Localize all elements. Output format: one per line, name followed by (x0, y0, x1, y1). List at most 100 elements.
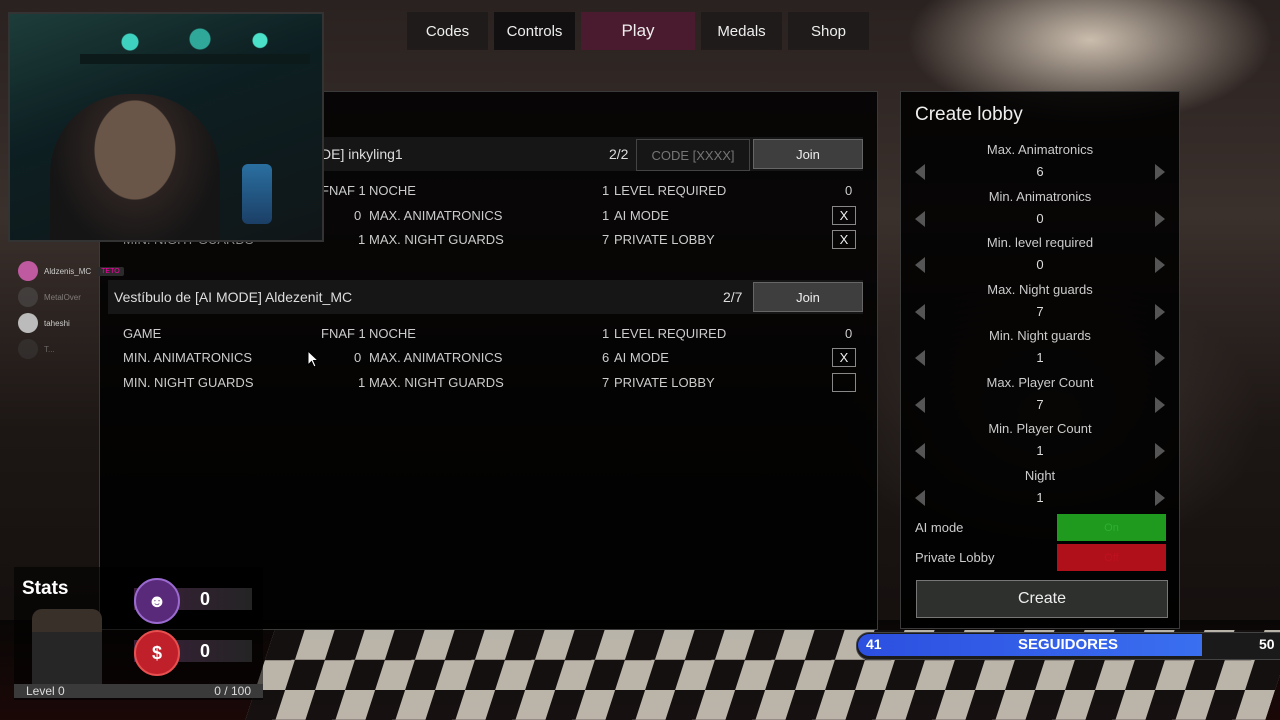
chat-row: MetalOver (18, 284, 124, 310)
lobby-setting-row: Max. Animatronics 6 (901, 142, 1179, 188)
detail-label: MAX. ANIMATRONICS (369, 208, 503, 223)
join-button[interactable]: Join (753, 282, 863, 312)
private-lobby-label: Private Lobby (915, 550, 995, 565)
detail-label: GAME (123, 326, 162, 341)
detail-value: 1 (358, 375, 366, 390)
nav-play-button[interactable]: Play (581, 12, 695, 50)
detail-value: 1 (602, 326, 610, 341)
ai-mode-checkbox: X (832, 206, 856, 225)
chat-avatar (18, 261, 38, 281)
increase-arrow-icon[interactable] (1155, 443, 1165, 459)
setting-label: Min. level required (986, 235, 1094, 250)
animatronic-count: 0 (200, 589, 211, 609)
lobby-setting-row: Night 1 (901, 468, 1179, 514)
ai-mode-toggle[interactable]: On (1057, 514, 1166, 541)
detail-label: NOCHE (369, 183, 416, 198)
detail-label: MAX. NIGHT GUARDS (369, 375, 504, 390)
increase-arrow-icon[interactable] (1155, 210, 1165, 227)
chat-overlay: Aldzenis_MC TETO MetalOver taheshi T... (18, 258, 124, 362)
detail-label: PRIVATE LOBBY (614, 375, 715, 390)
private-lobby-toggle-text: Off (1104, 551, 1119, 564)
setting-value: 1 (1036, 350, 1044, 365)
lobby-card: Vestíbulo de [AI MODE] Aldezenit_MC 2/7 … (108, 280, 863, 392)
setting-value: 7 (1036, 303, 1044, 319)
nav-shop-button[interactable]: Shop (788, 12, 869, 50)
ai-mode-checkbox: X (832, 348, 856, 367)
follower-goal-bar: 41 SEGUIDORES 50 (856, 632, 1280, 660)
webcam-overlay (8, 12, 324, 242)
lobby-header: Vestíbulo de [AI MODE] Aldezenit_MC 2/7 … (108, 280, 863, 314)
detail-value: 1 (602, 208, 610, 223)
level-bar: Level 0 0 / 100 (14, 684, 263, 698)
increase-arrow-icon[interactable] (1155, 396, 1165, 413)
nav-medals-button[interactable]: Medals (701, 12, 782, 50)
setting-label: Min. Player Count (988, 421, 1092, 436)
detail-label: MAX. NIGHT GUARDS (369, 232, 504, 247)
xp-text: 0 / 100 (214, 684, 251, 698)
setting-label: Night (1024, 467, 1056, 483)
private-lobby-checkbox (832, 373, 856, 392)
detail-value: 7 (602, 232, 610, 247)
join-button[interactable]: Join (753, 139, 863, 169)
lobby-title: DE] inkyling1 (321, 146, 403, 162)
webcam-shelf (80, 54, 310, 64)
setting-label: Min. Night guards (989, 328, 1091, 343)
chat-username: MetalOver (44, 292, 81, 302)
increase-arrow-icon[interactable] (1155, 257, 1165, 273)
money-stat: $ 0 (134, 630, 252, 676)
detail-value: 7 (602, 375, 610, 390)
lobby-code-input[interactable] (636, 139, 750, 171)
lobby-details: GAME FNAF 1 NOCHE 1 LEVEL REQUIRED 0 MIN… (108, 314, 863, 392)
detail-label: MIN. ANIMATRONICS (123, 350, 253, 365)
chat-row: taheshi (18, 310, 124, 336)
detail-value: 0 (354, 350, 362, 365)
webcam-microphone (242, 164, 272, 224)
lobby-title: Vestíbulo de [AI MODE] Aldezenit_MC (114, 289, 353, 305)
lobby-player-count: 2/7 (723, 289, 743, 305)
webcam-shelf-figures (90, 24, 290, 54)
setting-value: 0 (1036, 257, 1044, 272)
animatronic-stat: ☻ 0 (134, 578, 252, 624)
create-lobby-title: Create lobby (915, 104, 1023, 125)
detail-label: LEVEL REQUIRED (614, 183, 727, 198)
detail-value: 0 (845, 183, 853, 198)
lobby-setting-row: Max. Player Count 7 (901, 375, 1179, 421)
detail-value: FNAF 1 (321, 183, 366, 198)
chat-avatar (18, 339, 38, 359)
lobby-setting-row: Min. Night guards 1 (901, 328, 1179, 374)
detail-label: LEVEL REQUIRED (614, 326, 727, 341)
increase-arrow-icon[interactable] (1155, 303, 1165, 320)
top-nav: Codes Controls Play Medals Shop (407, 12, 869, 50)
ai-mode-toggle-text: On (1104, 521, 1119, 534)
chat-username: T... (44, 344, 55, 354)
stats-panel: Stats ☻ 0 $ 0 (14, 567, 263, 700)
detail-label: AI MODE (614, 208, 669, 223)
lobby-setting-row: Min. level required 0 (901, 235, 1179, 281)
chat-row: T... (18, 336, 124, 362)
money-icon: $ (134, 630, 180, 676)
setting-label: Max. Animatronics (986, 142, 1094, 157)
increase-arrow-icon[interactable] (1155, 489, 1165, 506)
create-lobby-button[interactable]: Create (916, 580, 1168, 618)
increase-arrow-icon[interactable] (1155, 350, 1165, 366)
nav-controls-button[interactable]: Controls (494, 12, 575, 50)
detail-label: MIN. NIGHT GUARDS (123, 375, 254, 390)
detail-value: 1 (358, 232, 366, 247)
create-lobby-panel: Create lobby Max. Animatronics 6 Min. Anim… (900, 91, 1180, 629)
setting-label: Min. Animatronics (988, 188, 1092, 204)
detail-value: 0 (354, 208, 362, 223)
increase-arrow-icon[interactable] (1155, 164, 1165, 180)
private-lobby-toggle[interactable]: Off (1057, 544, 1166, 571)
ai-mode-label: AI mode (915, 520, 964, 535)
level-text: Level 0 (26, 684, 65, 698)
detail-label: PRIVATE LOBBY (614, 232, 715, 247)
chat-username: Aldzenis_MC (44, 266, 92, 276)
chat-badge: TETO (97, 266, 124, 276)
lobby-setting-row: Max. Night guards 7 (901, 282, 1179, 328)
chat-avatar (18, 313, 38, 333)
detail-value: 1 (602, 183, 610, 198)
detail-value: 6 (602, 350, 610, 365)
setting-value: 1 (1036, 489, 1044, 505)
follower-goal: 50 (1259, 636, 1275, 652)
nav-codes-button[interactable]: Codes (407, 12, 488, 50)
